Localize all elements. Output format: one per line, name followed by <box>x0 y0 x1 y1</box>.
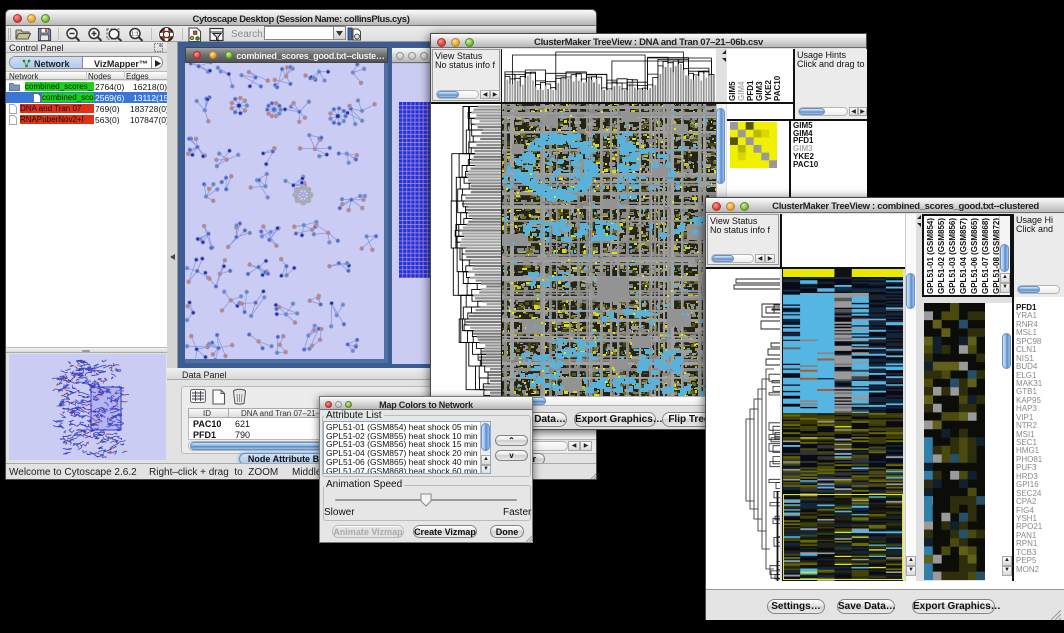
svg-text:YKE2: YKE2 <box>764 80 773 101</box>
svg-text:GIM4: GIM4 <box>737 81 746 101</box>
svg-text:PFD1: PFD1 <box>746 80 755 101</box>
svg-text:GPL51-07 (GSM868): GPL51-07 (GSM868) <box>981 218 990 294</box>
svg-text:1:1: 1:1 <box>131 32 139 38</box>
svg-text:GPL51-06 (GSM865): GPL51-06 (GSM865) <box>970 218 979 294</box>
svg-text:PAC10: PAC10 <box>773 75 782 101</box>
svg-text:GPL51-02 (GSM855): GPL51-02 (GSM855) <box>937 218 946 294</box>
svg-text:GIM5: GIM5 <box>728 81 737 101</box>
svg-text:GPL51-01 (GSM854): GPL51-01 (GSM854) <box>926 218 935 294</box>
svg-text:GIM3: GIM3 <box>755 81 764 101</box>
svg-text:GPL51-04 (GSM857): GPL51-04 (GSM857) <box>959 218 968 294</box>
svg-text:GPL51-03 (GSM856): GPL51-03 (GSM856) <box>948 218 957 294</box>
